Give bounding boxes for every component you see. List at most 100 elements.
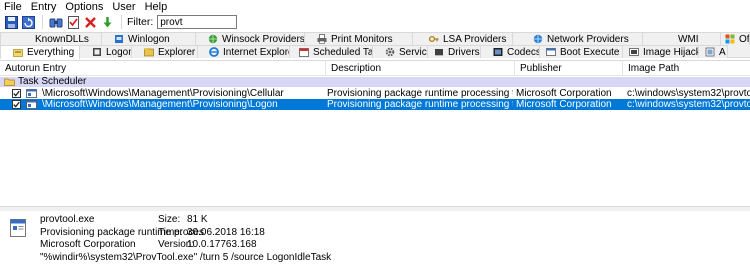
everything-icon bbox=[13, 48, 23, 58]
group-row-task-scheduler[interactable]: Task Scheduler bbox=[0, 77, 750, 87]
detail-company: Microsoft Corporation bbox=[40, 239, 136, 250]
column-image-path[interactable]: Image Path bbox=[623, 61, 750, 76]
tab-logon[interactable]: Logon bbox=[79, 45, 132, 58]
tab-label: Codecs bbox=[507, 46, 540, 58]
entry-cell: \Microsoft\Windows\Management\Provisioni… bbox=[42, 99, 278, 110]
description-cell: Provisioning package runtime processing … bbox=[327, 99, 513, 110]
executable-icon bbox=[10, 219, 26, 237]
printer-icon bbox=[317, 34, 327, 44]
tab-drivers[interactable]: Drivers bbox=[427, 45, 481, 58]
tab-row-2: Everything Logon Explorer Internet Explo… bbox=[0, 45, 750, 59]
drivers-icon bbox=[434, 47, 444, 57]
tab-label: Everything bbox=[27, 47, 75, 58]
services-gear-icon bbox=[385, 47, 395, 57]
refresh-icon[interactable] bbox=[20, 15, 36, 30]
save-icon[interactable] bbox=[3, 15, 19, 30]
appinit-icon bbox=[705, 47, 715, 57]
detail-filename: provtool.exe bbox=[40, 214, 95, 225]
time-label: Time: bbox=[158, 227, 183, 238]
find-icon[interactable] bbox=[48, 15, 64, 30]
tab-codecs[interactable]: Codecs bbox=[480, 45, 540, 58]
tab-boot-execute[interactable]: Boot Execute bbox=[539, 45, 623, 58]
task-icon bbox=[26, 89, 37, 98]
tab-explorer[interactable]: Explorer bbox=[131, 45, 198, 58]
menu-user[interactable]: User bbox=[108, 0, 140, 13]
lsa-key-icon bbox=[429, 34, 439, 44]
entry-cell: \Microsoft\Windows\Management\Provisioni… bbox=[42, 88, 284, 99]
image-hijacks-icon bbox=[629, 47, 639, 57]
tab-print-monitors[interactable]: Print Monitors bbox=[304, 32, 413, 45]
office-icon bbox=[725, 34, 735, 44]
table-row[interactable]: \Microsoft\Windows\Management\Provisioni… bbox=[0, 88, 750, 99]
tab-label: Winlogon bbox=[128, 33, 170, 45]
tab-network-providers[interactable]: Network Providers bbox=[512, 32, 643, 45]
enabled-checkbox[interactable] bbox=[12, 100, 21, 109]
tab-label: Winsock Providers bbox=[222, 33, 305, 45]
time-value: 30.06.2018 16:18 bbox=[187, 227, 265, 238]
scheduled-tasks-icon bbox=[299, 47, 309, 57]
description-cell: Provisioning package runtime processing … bbox=[327, 88, 513, 99]
tab-knowndlls[interactable]: KnownDLLs bbox=[0, 32, 102, 45]
column-autorun-entry[interactable]: Autorun Entry bbox=[0, 61, 326, 76]
tab-winlogon[interactable]: Winlogon bbox=[101, 32, 196, 45]
column-publisher[interactable]: Publisher bbox=[515, 61, 623, 76]
filter-input[interactable] bbox=[157, 15, 238, 29]
tab-winsock-providers[interactable]: Winsock Providers bbox=[195, 32, 305, 45]
tab-wmi[interactable]: WMI bbox=[642, 32, 721, 45]
folder-icon bbox=[4, 78, 15, 86]
network-globe-icon bbox=[208, 34, 218, 44]
publisher-cell: Microsoft Corporation bbox=[516, 88, 612, 99]
tab-label: Boot Execute bbox=[560, 46, 620, 58]
tab-label: Services bbox=[399, 46, 427, 58]
logon-icon bbox=[92, 47, 102, 57]
size-label: Size: bbox=[158, 214, 181, 225]
codecs-icon bbox=[493, 47, 503, 57]
winlogon-icon bbox=[114, 34, 124, 44]
toolbar-separator bbox=[121, 15, 122, 29]
menu-help[interactable]: Help bbox=[141, 0, 173, 13]
tab-label: A bbox=[719, 46, 726, 58]
details-pane: provtool.exe Provisioning package runtim… bbox=[0, 211, 750, 266]
tab-label: Internet Explorer bbox=[223, 46, 290, 58]
checkmark-icon bbox=[13, 90, 20, 97]
table-row-selected[interactable]: \Microsoft\Windows\Management\Provisioni… bbox=[0, 99, 750, 110]
boot-execute-icon bbox=[546, 47, 556, 57]
tab-appinit[interactable]: A bbox=[698, 45, 728, 58]
checkmark-icon bbox=[13, 101, 20, 108]
tab-label: Print Monitors bbox=[331, 33, 393, 45]
tab-lsa-providers[interactable]: LSA Providers bbox=[412, 32, 513, 45]
enabled-checkbox[interactable] bbox=[12, 89, 21, 98]
tab-label: Network Providers bbox=[547, 33, 629, 45]
tab-label: Logon bbox=[106, 46, 132, 58]
menu-options[interactable]: Options bbox=[61, 0, 108, 13]
tab-internet-explorer[interactable]: Internet Explorer bbox=[197, 45, 290, 58]
tab-label: Image Hijacks bbox=[643, 46, 698, 58]
size-value: 81 K bbox=[187, 214, 208, 225]
group-name: Task Scheduler bbox=[18, 76, 87, 87]
image-path-cell: c:\windows\system32\provtool.exe bbox=[627, 99, 750, 110]
menu-bar: File Entry Options User Help bbox=[0, 0, 750, 13]
explorer-icon bbox=[144, 47, 154, 57]
column-description[interactable]: Description bbox=[326, 61, 515, 76]
tab-row-1: KnownDLLs Winlogon Winsock Providers Pri… bbox=[0, 32, 750, 45]
tab-services[interactable]: Services bbox=[372, 45, 428, 58]
tab-label: Explorer bbox=[158, 46, 196, 58]
autoruns-list[interactable]: Autorun Entry Description Publisher Imag… bbox=[0, 60, 750, 206]
jump-icon[interactable] bbox=[99, 15, 115, 30]
group-label: Task Scheduler bbox=[4, 77, 86, 87]
toolbar-separator bbox=[42, 15, 43, 29]
menu-entry[interactable]: Entry bbox=[27, 0, 62, 13]
list-header: Autorun Entry Description Publisher Imag… bbox=[0, 61, 750, 76]
tab-everything[interactable]: Everything bbox=[0, 45, 80, 59]
menu-file[interactable]: File bbox=[0, 0, 27, 13]
tab-image-hijacks[interactable]: Image Hijacks bbox=[622, 45, 699, 58]
tab-label: WMI bbox=[678, 33, 699, 45]
detail-command-line: "%windir%\system32\ProvTool.exe" /turn 5… bbox=[40, 252, 332, 263]
tab-label: Off bbox=[739, 33, 750, 45]
delete-icon[interactable] bbox=[82, 15, 98, 30]
properties-icon[interactable] bbox=[65, 15, 81, 30]
filter-label: Filter: bbox=[127, 16, 154, 28]
tab-label: Drivers bbox=[448, 46, 480, 58]
tab-office[interactable]: Off bbox=[720, 32, 750, 45]
tab-scheduled-tasks[interactable]: Scheduled Tasks bbox=[289, 45, 373, 58]
